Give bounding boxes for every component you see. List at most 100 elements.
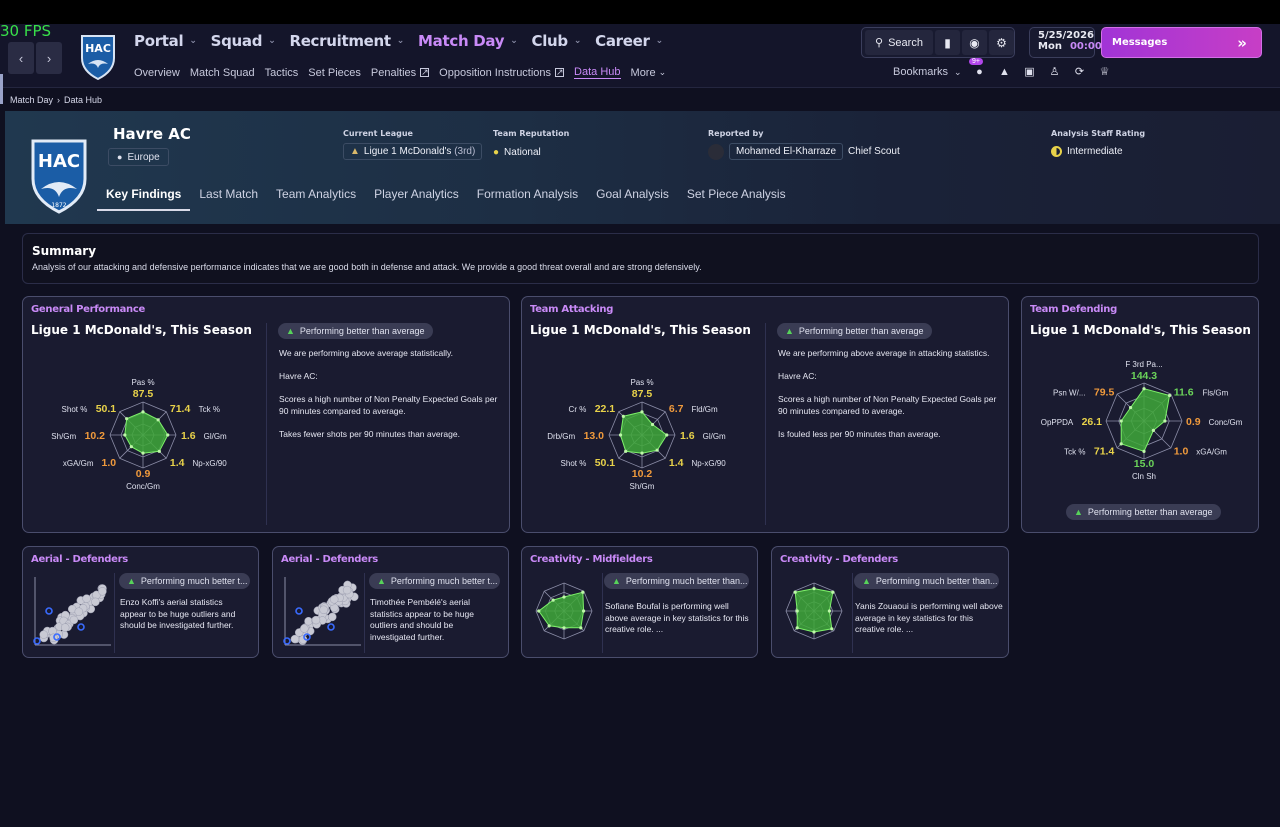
thumbs-up-icon: ▲ bbox=[785, 326, 794, 336]
general-performance-panel[interactable]: General Performance Ligue 1 McDonald's, … bbox=[22, 296, 510, 533]
subnav-opposition-instructions[interactable]: Opposition Instructions ↗ bbox=[439, 66, 565, 79]
tab-player-analytics[interactable]: Player Analytics bbox=[365, 181, 468, 211]
radar-shape bbox=[1120, 388, 1171, 453]
highlight-point bbox=[295, 607, 303, 615]
chevron-down-icon: ⌄ bbox=[268, 36, 276, 46]
trophy-icon[interactable]: ♕ bbox=[1097, 64, 1112, 79]
thumbs-up-icon: ▲ bbox=[862, 576, 871, 586]
radar-point bbox=[123, 433, 127, 437]
league-pill[interactable]: ▲ Ligue 1 McDonald's (3rd) bbox=[343, 143, 483, 160]
aerial-defenders-panel-2[interactable]: Aerial - Defenders ▲ Performing much bett… bbox=[272, 546, 509, 658]
date-continue-box[interactable]: 5/25/2026 Mon 00:00 bbox=[1029, 27, 1102, 58]
clipboard-icon[interactable]: ▣ bbox=[1022, 64, 1037, 79]
radar-value: 71.4 bbox=[1094, 446, 1115, 458]
scout-pill[interactable]: Mohamed El-Kharraze bbox=[729, 143, 844, 160]
chat-icon[interactable]: ● 9+ bbox=[969, 58, 987, 79]
bookmarks-dropdown[interactable]: Bookmarks ⌄ bbox=[893, 66, 962, 78]
person-icon[interactable]: ♙ bbox=[1047, 64, 1062, 79]
radar-shape bbox=[538, 591, 585, 629]
divider bbox=[602, 573, 603, 653]
subnav-overview[interactable]: Overview bbox=[134, 66, 180, 79]
divider bbox=[852, 573, 853, 653]
back-arrow-icon[interactable]: ‹ bbox=[8, 42, 34, 74]
radar-value: 10.2 bbox=[632, 468, 653, 480]
forward-arrow-icon[interactable]: › bbox=[36, 42, 62, 74]
creativity-defenders-panel[interactable]: Creativity - Defenders ▲ Performing much … bbox=[771, 546, 1009, 658]
team-attacking-radar: Pas %87.5 6.7 Fld/Gm 1.6 Gl/Gm 1.4 Np-xG/90 10.… bbox=[547, 378, 726, 491]
radar-value: 0.9 bbox=[1186, 416, 1201, 428]
radar-point bbox=[582, 609, 586, 613]
radar-axis-label: F 3rd Pa... bbox=[1125, 360, 1162, 369]
scatter-point bbox=[300, 624, 309, 633]
radar-point bbox=[157, 449, 161, 453]
nav-career[interactable]: Career ⌄ bbox=[595, 32, 663, 50]
radar-value: 15.0 bbox=[1134, 458, 1155, 470]
thumbs-up-icon: ▲ bbox=[612, 576, 621, 586]
bookmark-icon[interactable]: ▮ bbox=[935, 30, 960, 55]
tab-goal-analysis[interactable]: Goal Analysis bbox=[587, 181, 678, 211]
chevron-down-icon: ⌄ bbox=[655, 36, 664, 46]
subnav-data-hub[interactable]: Data Hub bbox=[574, 66, 621, 79]
team-defending-panel[interactable]: Team Defending Ligue 1 McDonald's, This … bbox=[1021, 296, 1259, 533]
tab-formation-analysis[interactable]: Formation Analysis bbox=[468, 181, 587, 211]
radar-axis-label: Sh/Gm bbox=[51, 432, 76, 441]
radar-value: 144.3 bbox=[1131, 370, 1157, 382]
radar-value: 87.5 bbox=[133, 388, 154, 400]
nav-recruitment[interactable]: Recruitment ⌄ bbox=[289, 32, 404, 50]
tab-key-findings[interactable]: Key Findings bbox=[97, 181, 191, 211]
scatter-point bbox=[304, 616, 313, 626]
history-nav: ‹ › bbox=[8, 42, 62, 74]
radar-axis-label: Conc/Gm bbox=[126, 482, 160, 491]
performance-pill: ▲ Performing much better than... bbox=[854, 573, 999, 589]
globe-icon[interactable]: ◉ bbox=[962, 30, 987, 55]
radar-value: 10.2 bbox=[85, 430, 106, 442]
gear-icon[interactable]: ⚙ bbox=[989, 30, 1014, 55]
refresh-icon[interactable]: ⟳ bbox=[1072, 64, 1087, 79]
radar-value: 50.1 bbox=[595, 457, 616, 469]
radar-point bbox=[795, 626, 799, 630]
creativity-midfielders-panel[interactable]: Creativity - Midfielders ▲ Performing muc… bbox=[521, 546, 758, 658]
thumbs-up-icon: ▲ bbox=[286, 326, 295, 336]
performance-pill: ▲ Performing better than average bbox=[777, 323, 932, 339]
nav-portal[interactable]: Portal ⌄ bbox=[134, 32, 197, 50]
tab-team-analytics[interactable]: Team Analytics bbox=[267, 181, 365, 211]
subnav-match-squad[interactable]: Match Squad bbox=[190, 66, 255, 79]
radar-axis-label: Np-xG/90 bbox=[192, 459, 227, 468]
radar-point bbox=[640, 451, 644, 455]
subnav-penalties[interactable]: Penalties ↗ bbox=[371, 66, 430, 79]
nav-squad[interactable]: Squad ⌄ bbox=[211, 32, 276, 50]
tab-set-piece-analysis[interactable]: Set Piece Analysis bbox=[678, 181, 795, 211]
reported-by-info: Reported by Mohamed El-Kharraze Chief Sco… bbox=[708, 129, 900, 160]
svg-text:1872: 1872 bbox=[51, 202, 66, 209]
radar-value: 0.9 bbox=[136, 468, 151, 480]
subnav-tactics[interactable]: Tactics bbox=[265, 66, 299, 79]
radar-axis-label: Gl/Gm bbox=[703, 432, 726, 441]
radar-point bbox=[1167, 393, 1172, 398]
team-attacking-panel[interactable]: Team Attacking Ligue 1 McDonald's, This … bbox=[521, 296, 1009, 533]
nav-club[interactable]: Club ⌄ bbox=[532, 32, 582, 50]
club-name[interactable]: Havre AC bbox=[113, 125, 191, 143]
shirt-icon[interactable]: ▲ bbox=[997, 64, 1012, 79]
radar-axis-label: Tck % bbox=[1064, 448, 1085, 457]
thumbs-up-icon: ▲ bbox=[127, 576, 136, 586]
radar-axis-label: OpPPDA bbox=[1041, 418, 1074, 427]
radar-value: 1.6 bbox=[181, 430, 196, 442]
messages-button[interactable]: Messages » bbox=[1101, 27, 1262, 58]
search-button[interactable]: ⚲ Search bbox=[865, 30, 933, 55]
creativity-radar bbox=[535, 582, 593, 640]
subnav-more[interactable]: More ⌄ bbox=[631, 66, 667, 79]
radar-value: 1.0 bbox=[102, 457, 117, 469]
radar-value: 6.7 bbox=[669, 403, 684, 415]
radar-value: 71.4 bbox=[170, 403, 191, 415]
nav-match-day[interactable]: Match Day ⌄ bbox=[418, 32, 518, 50]
radar-axis-label: Conc/Gm bbox=[1209, 418, 1243, 427]
club-badge-icon[interactable]: HAC bbox=[78, 32, 118, 80]
main-nav: Portal ⌄ Squad ⌄ Recruitment ⌄ Match Day ⌄ Club ⌄… bbox=[134, 32, 677, 50]
radar-point bbox=[1142, 387, 1146, 391]
divider bbox=[765, 323, 766, 525]
divider bbox=[364, 573, 365, 653]
aerial-defenders-panel[interactable]: Aerial - Defenders ▲ Performing much bett… bbox=[22, 546, 259, 658]
tab-last-match[interactable]: Last Match bbox=[190, 181, 267, 211]
subnav-set-pieces[interactable]: Set Pieces bbox=[308, 66, 361, 79]
svg-text:HAC: HAC bbox=[85, 42, 111, 55]
